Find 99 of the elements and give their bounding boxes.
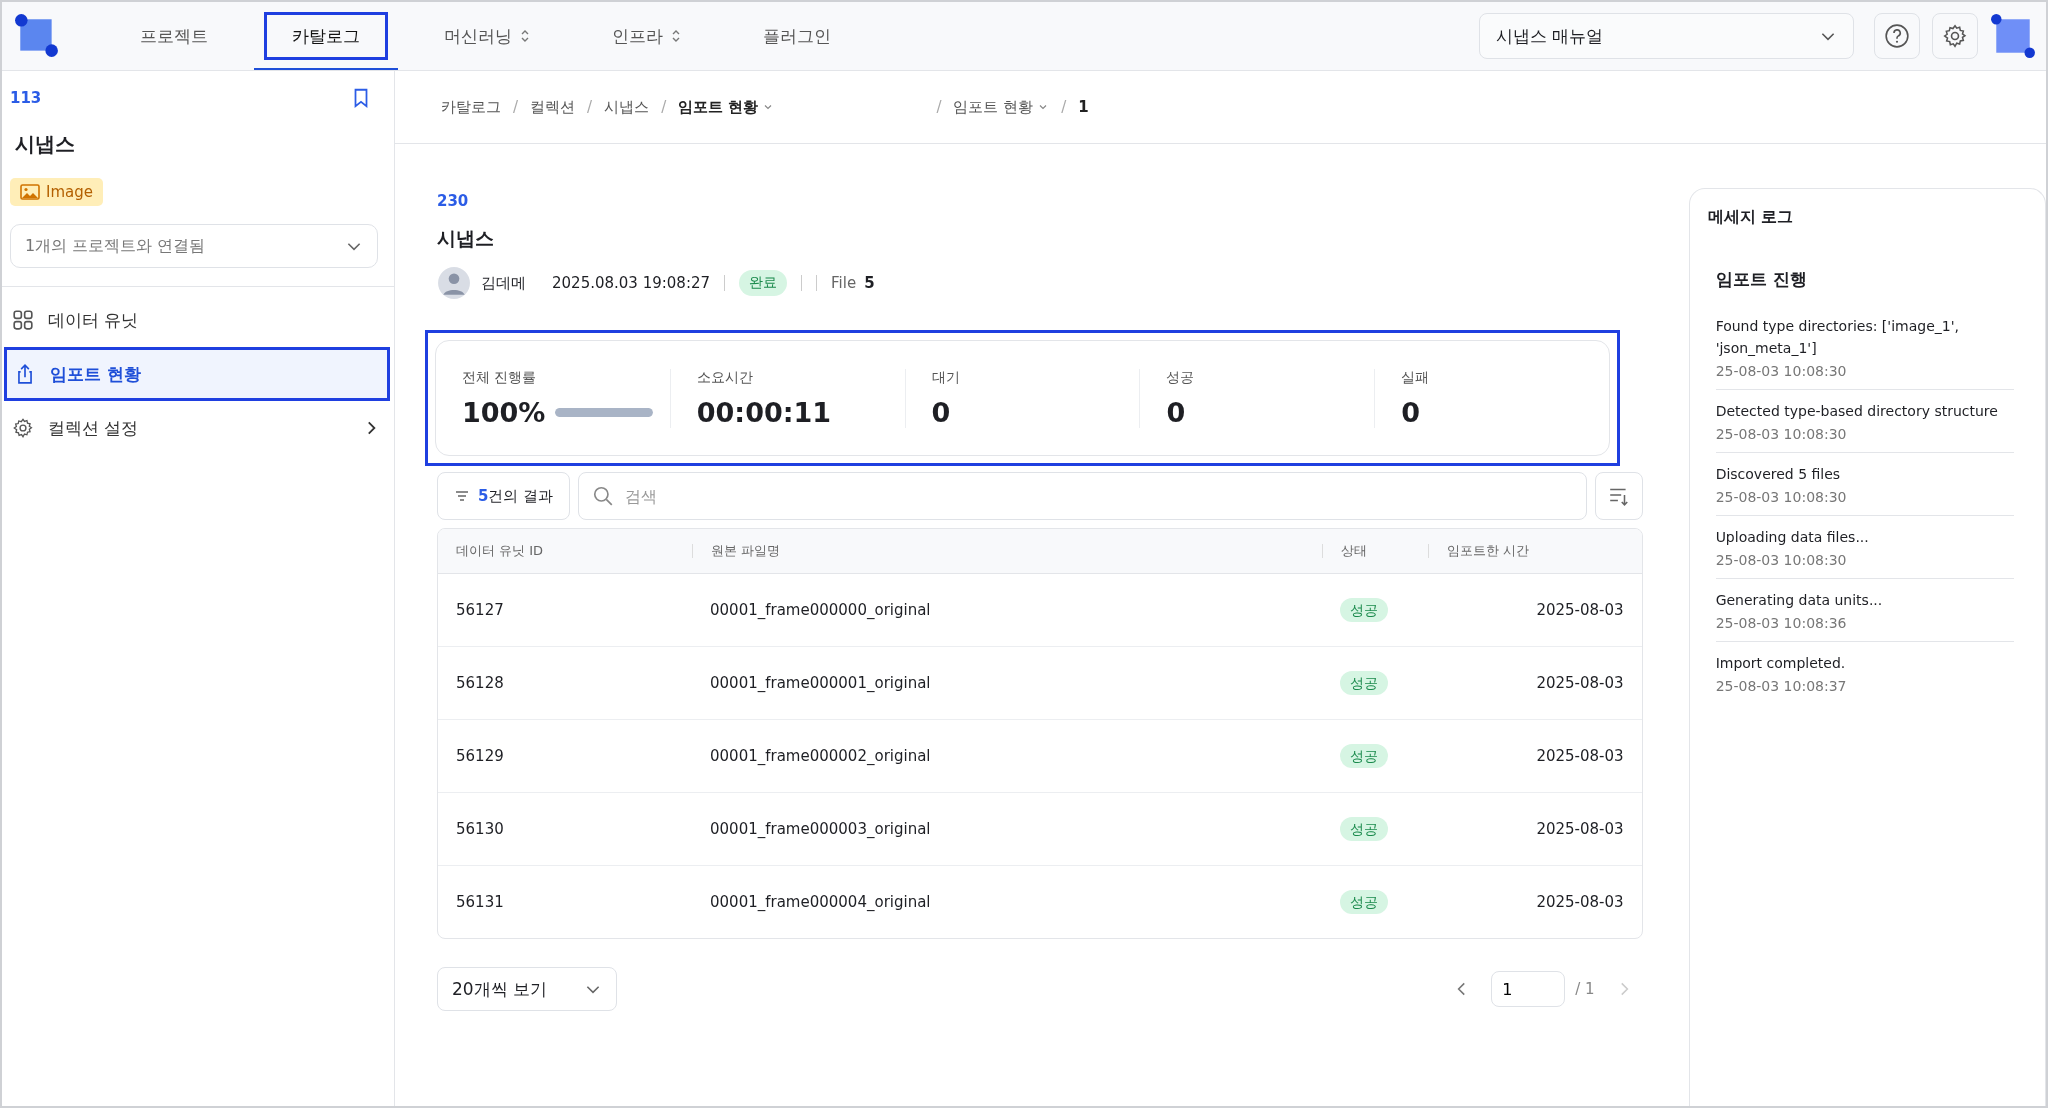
table-cell-text: 56128 [455, 674, 505, 692]
stat-value: 00:00:11 [696, 396, 832, 428]
logo-icon[interactable] [14, 13, 60, 59]
nav-tab[interactable]: 머신러닝 [408, 2, 566, 70]
column-header: 데이터 유닛 ID [455, 544, 545, 558]
log-timestamp: 25-08-03 10:08:30 [1715, 489, 1848, 505]
manual-select[interactable]: 시냅스 매뉴얼 [1479, 13, 1854, 59]
breadcrumb-link[interactable]: 임포트 현황 [678, 97, 775, 117]
sidebar-item[interactable]: 임포트 현황 [4, 347, 390, 401]
help-button[interactable] [1874, 13, 1920, 59]
table-cell-text: 2025-08-03 [1535, 674, 1625, 692]
sidebar-item[interactable]: 컬렉션 설정 [2, 401, 394, 455]
page-total: / 1 [1575, 980, 1595, 998]
column-header: 원본 파일명 [692, 544, 1322, 558]
help-icon [1884, 23, 1910, 49]
updown-icon [671, 28, 681, 44]
table-cell-text: 00001_frame000004_original [709, 893, 932, 911]
sidebar-item[interactable]: 데이터 유닛 [2, 293, 394, 347]
log-timestamp: 25-08-03 10:08:30 [1715, 552, 1848, 568]
log-message: Generating data units... [1715, 591, 1884, 610]
breadcrumb-link[interactable]: 임포트 현황 [953, 97, 1050, 117]
settings-icon [12, 417, 34, 439]
stat-value: 0 [1166, 396, 1186, 428]
breadcrumb-link[interactable]: 컬렉션 [530, 97, 576, 117]
breadcrumb-link[interactable]: 카탈로그 [441, 97, 501, 117]
settings-button[interactable] [1932, 13, 1978, 59]
log-message: Import completed. [1715, 654, 1847, 673]
column-header: 상태 [1322, 544, 1428, 558]
table-cell-text: 00001_frame000001_original [709, 674, 932, 692]
file-label: File [831, 274, 857, 292]
log-message: Uploading data files... [1715, 528, 1870, 547]
stat-label: 대기 [931, 368, 961, 387]
type-tag: Image [10, 178, 103, 206]
table-cell-text: 2025-08-03 [1535, 747, 1625, 765]
table-cell-text: 2025-08-03 [1535, 601, 1625, 619]
sort-button[interactable] [1594, 472, 1643, 520]
status-badge: 성공 [1340, 889, 1388, 914]
page-size-select[interactable]: 20개씩 보기 [437, 967, 617, 1011]
settings-icon [1942, 23, 1968, 49]
breadcrumb-separator: / [1061, 98, 1067, 116]
import-datetime: 2025.08.03 19:08:27 [552, 274, 711, 292]
table-cell-text: 00001_frame000000_original [709, 601, 932, 619]
section-title: 임포트 진행 [1715, 268, 1808, 291]
breadcrumb-separator: / [661, 98, 667, 116]
image-icon [20, 184, 40, 200]
status-badge: 성공 [1340, 670, 1388, 695]
stat-value: 0 [931, 396, 951, 428]
table-cell-text: 2025-08-03 [1535, 820, 1625, 838]
status-badge: 성공 [1340, 816, 1388, 841]
stat-label: 전체 진행률 [462, 368, 538, 387]
log-message: Discovered 5 files [1715, 465, 1842, 484]
stat-label: 소요시간 [696, 368, 754, 387]
search-field[interactable]: 검색 [578, 472, 1587, 520]
table-cell-text: 00001_frame000002_original [709, 747, 932, 765]
filter-button[interactable]: 5건의 결과 [437, 472, 571, 520]
updown-icon [520, 28, 530, 44]
nav-tab[interactable]: 인프라 [576, 2, 717, 70]
project-select[interactable]: 1개의 프로젝트와 연결됨 [10, 224, 378, 268]
collection-id: 113 [10, 89, 42, 107]
search-icon [592, 485, 615, 507]
table-cell-text: 2025-08-03 [1535, 893, 1625, 911]
user-avatar-icon [437, 266, 471, 300]
status-badge: 완료 [739, 270, 788, 296]
import-title: 시냅스 [437, 226, 495, 251]
breadcrumb-link[interactable]: 시냅스 [604, 97, 650, 117]
author-name: 김데메 [481, 273, 526, 293]
table-cell-text: 56129 [455, 747, 505, 765]
nav-tab[interactable]: 프로젝트 [104, 2, 244, 70]
panel-title: 메세지 로그 [1707, 207, 1795, 228]
log-message: Found type directories: ['image_1', 'json_meta_1'] [1715, 317, 1960, 358]
page-input[interactable]: 1 [1491, 971, 1566, 1007]
import-id: 230 [437, 192, 470, 210]
stat-value: 0 [1401, 396, 1420, 428]
table-cell-text: 56130 [455, 820, 505, 838]
grid-icon [12, 309, 34, 331]
table-cell-text: 56131 [455, 893, 505, 911]
table-cell-text: 56127 [455, 601, 505, 619]
log-timestamp: 25-08-03 10:08:36 [1715, 615, 1848, 631]
status-badge: 성공 [1340, 743, 1388, 768]
user-avatar-icon[interactable] [1990, 13, 2036, 59]
log-message: Detected type-based directory structure [1715, 402, 1999, 421]
status-badge: 성공 [1340, 597, 1388, 622]
breadcrumb-separator: / [587, 98, 593, 116]
breadcrumb-separator: / [936, 98, 942, 116]
collection-title: 시냅스 [15, 131, 76, 158]
stat-value: 100% [462, 396, 546, 428]
filter-icon [454, 488, 470, 504]
file-count: 5 [864, 274, 875, 292]
breadcrumb-link[interactable]: 1 [1078, 98, 1089, 116]
log-timestamp: 25-08-03 10:08:37 [1715, 678, 1848, 694]
log-timestamp: 25-08-03 10:08:30 [1715, 363, 1848, 379]
column-header: 임포트한 시간 [1428, 544, 1642, 558]
stat-label: 실패 [1401, 368, 1431, 387]
breadcrumb-separator: / [513, 98, 519, 116]
table-cell-text: 00001_frame000003_original [709, 820, 932, 838]
stat-label: 성공 [1166, 368, 1196, 387]
nav-tab[interactable]: 카탈로그 [254, 2, 398, 70]
log-timestamp: 25-08-03 10:08:30 [1715, 426, 1848, 442]
nav-tab[interactable]: 플러그인 [727, 2, 867, 70]
